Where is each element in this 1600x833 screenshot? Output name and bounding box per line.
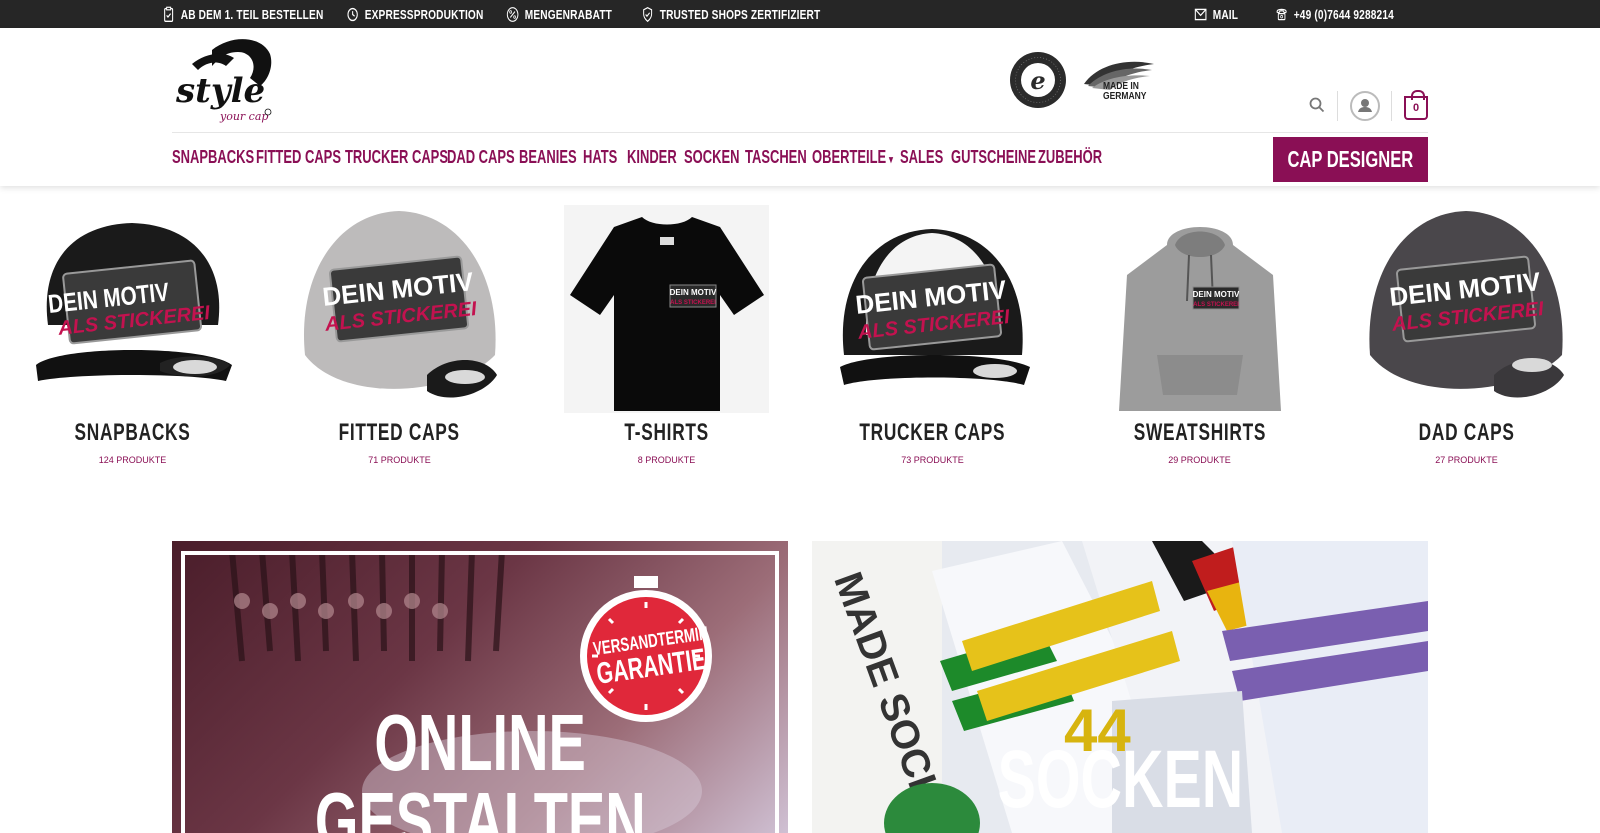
chevron-down-icon: ▾ — [889, 154, 894, 166]
topbar-item-label: EXPRESSPRODUKTION — [364, 6, 484, 22]
category-title: DAD CAPS — [1418, 419, 1515, 446]
trucker-cap-image: DEIN MOTIV ALS STICKEREI — [830, 205, 1035, 413]
nav-item-socken[interactable]: SOCKEN — [684, 147, 739, 168]
topbar-item-label: TRUSTED SHOPS ZERTIFIZIERT — [659, 6, 821, 22]
topbar-express: EXPRESSPRODUKTION — [346, 0, 483, 28]
cap-designer-label: CAP DESIGNER — [1287, 146, 1414, 172]
search-icon[interactable] — [1308, 96, 1326, 114]
patch-line-1: DEIN MOTIV — [1193, 290, 1240, 299]
category-trucker-caps[interactable]: DEIN MOTIV ALS STICKEREI TRUCKER CAPS 73… — [830, 205, 1035, 465]
header-separator — [1337, 91, 1338, 121]
topbar-mail-link[interactable]: MAIL — [1194, 0, 1238, 28]
percent-icon — [506, 6, 519, 22]
category-title: SWEATSHIRTS — [1133, 419, 1266, 446]
banner-socken-title: SOCKEN — [997, 734, 1243, 825]
fitted-cap-image: DEIN MOTIV ALS STICKEREI — [297, 205, 502, 413]
category-dad-caps[interactable]: DEIN MOTIV ALS STICKEREI DAD CAPS 27 PRO… — [1364, 205, 1569, 465]
trusted-shops-icon: e — [1010, 52, 1066, 108]
topbar-discount: MENGENRABATT — [506, 0, 612, 28]
cart-count: 0 — [1412, 102, 1420, 114]
category-title: SNAPBACKS — [74, 419, 191, 446]
mail-icon — [1194, 8, 1207, 20]
nav-item-hats[interactable]: HATS — [583, 147, 617, 168]
snapback-image: DEIN MOTIV ALS STICKEREI — [30, 205, 235, 413]
category-title: TRUCKER CAPS — [859, 419, 1006, 446]
topbar-item-label: MENGENRABATT — [524, 6, 613, 22]
logo-mark-icon: style your cap — [175, 39, 272, 123]
svg-text:style: style — [175, 71, 265, 111]
phone-icon — [1276, 8, 1287, 20]
svg-text:your cap: your cap — [219, 110, 268, 123]
hoodie-image: DEIN MOTIV ALS STICKEREI — [1097, 205, 1302, 413]
trusted-shops-badge[interactable]: e — [1009, 51, 1067, 109]
category-sweatshirts[interactable]: DEIN MOTIV ALS STICKEREI SWEATSHIRTS 29 … — [1097, 205, 1302, 465]
nav-item-dad-caps[interactable]: DAD CAPS — [447, 147, 515, 168]
clipboard-icon — [164, 6, 174, 22]
shield-icon — [643, 6, 653, 22]
banner-online-gestalten[interactable]: VERSANDTERMIN GARANTIE ONLINE GESTALTEN — [172, 541, 788, 833]
banner-title-line-1: ONLINE — [374, 698, 586, 787]
cap-designer-button[interactable]: CAP DESIGNER — [1273, 137, 1428, 182]
banner-title-line-2: GESTALTEN — [314, 776, 646, 833]
nav-item-kinder[interactable]: KINDER — [627, 147, 677, 168]
nav-item-beanies[interactable]: BEANIES — [519, 147, 577, 168]
category-count: 29 PRODUKTE — [1168, 455, 1231, 465]
banner-socken[interactable]: MADE SOCKS 44 SOCKEN — [812, 541, 1428, 833]
svg-text:e: e — [1030, 66, 1045, 95]
header-separator — [1391, 91, 1392, 121]
dad-cap-image: DEIN MOTIV ALS STICKEREI — [1364, 205, 1569, 413]
topbar-trusted: TRUSTED SHOPS ZERTIFIZIERT — [641, 0, 820, 28]
header-divider — [172, 132, 1428, 133]
site-header: style your cap e MADE IN GERMANY 0 SNAPB… — [0, 28, 1600, 186]
nav-item-trucker-caps[interactable]: TRUCKER CAPS — [345, 147, 448, 168]
nav-item-taschen[interactable]: TASCHEN — [745, 147, 807, 168]
patch-line-1: DEIN MOTIV — [670, 288, 717, 297]
topbar-item-label: AB DEM 1. TEIL BESTELLEN — [180, 6, 324, 22]
logo[interactable]: style your cap — [172, 36, 274, 124]
category-fitted-caps[interactable]: DEIN MOTIV ALS STICKEREI FITTED CAPS 71 … — [297, 205, 502, 465]
category-count: 27 PRODUKTE — [1435, 455, 1498, 465]
top-info-bar: AB DEM 1. TEIL BESTELLEN EXPRESSPRODUKTI… — [0, 0, 1600, 28]
patch-line-2: ALS STICKEREI — [1193, 302, 1239, 308]
tshirt-image: DEIN MOTIV ALS STICKEREI — [564, 205, 769, 413]
nav-item-label: OBERTEILE — [812, 147, 887, 167]
category-count: 71 PRODUKTE — [368, 455, 431, 465]
topbar-item-label: MAIL — [1212, 6, 1239, 22]
nav-item-sales[interactable]: SALES — [900, 147, 943, 168]
category-snapbacks[interactable]: DEIN MOTIV ALS STICKEREI SNAPBACKS 124 P… — [30, 205, 235, 465]
cart-button[interactable]: 0 — [1404, 90, 1428, 120]
category-count: 124 PRODUKTE — [98, 455, 167, 465]
nav-item-oberteile[interactable]: OBERTEILE ▾ — [812, 147, 893, 168]
nav-item-gutscheine[interactable]: GUTSCHEINE — [951, 147, 1036, 168]
category-count: 8 PRODUKTE — [637, 455, 696, 465]
topbar-order-from-one: AB DEM 1. TEIL BESTELLEN — [162, 0, 323, 28]
nav-item-snapbacks[interactable]: SNAPBACKS — [172, 147, 254, 168]
nav-item-zubehoer[interactable]: ZUBEHÖR — [1038, 147, 1102, 168]
nav-item-fitted-caps[interactable]: FITTED CAPS — [256, 147, 341, 168]
category-t-shirts[interactable]: DEIN MOTIV ALS STICKEREI T-SHIRTS 8 PROD… — [564, 205, 769, 465]
topbar-item-label: +49 (0)7644 9288214 — [1293, 6, 1394, 22]
category-count: 73 PRODUKTE — [901, 455, 964, 465]
versandtermin-garantie-badge: VERSANDTERMIN GARANTIE — [573, 576, 719, 722]
made-in-germany-text: MADE IN GERMANY — [1103, 81, 1147, 102]
category-title: FITTED CAPS — [338, 419, 461, 446]
clock-icon — [347, 7, 358, 21]
topbar-phone-link[interactable]: +49 (0)7644 9288214 — [1275, 0, 1394, 28]
category-title: T-SHIRTS — [624, 419, 709, 446]
patch-line-2: ALS STICKEREI — [670, 300, 716, 306]
account-icon[interactable] — [1350, 91, 1380, 121]
